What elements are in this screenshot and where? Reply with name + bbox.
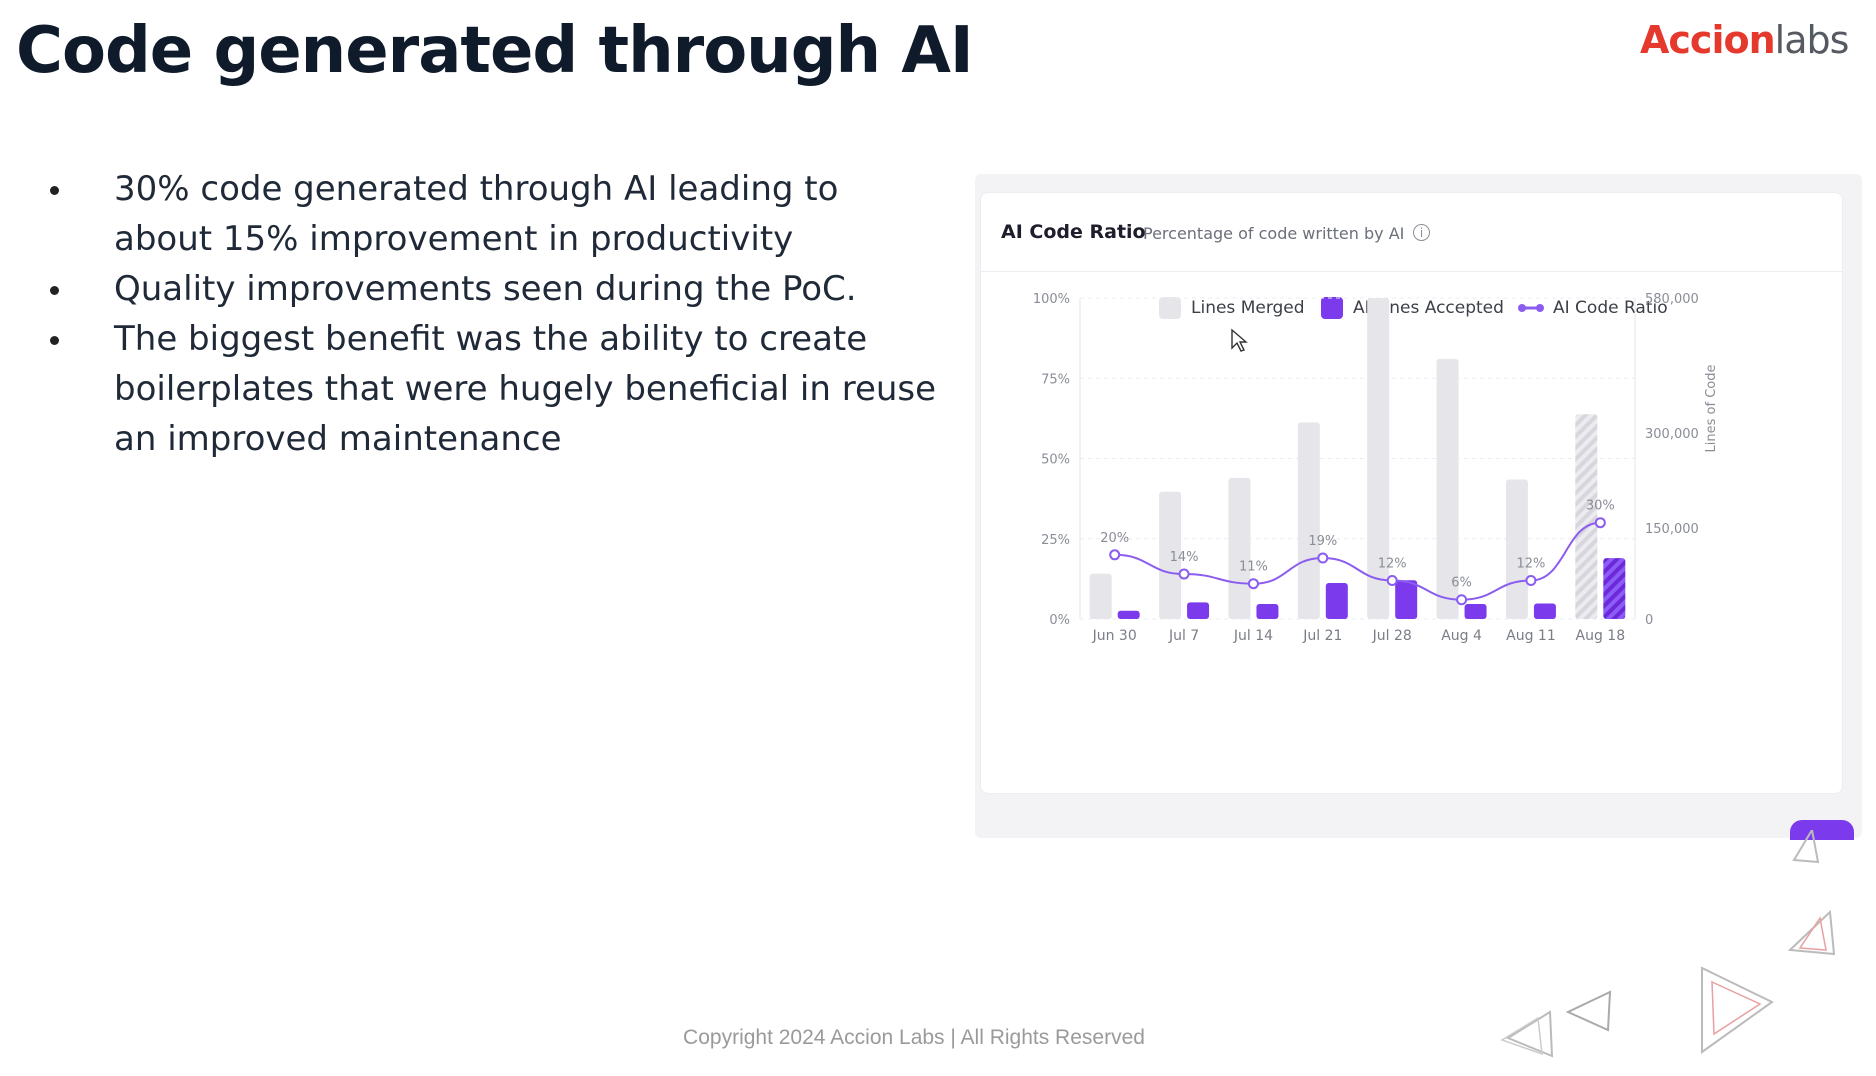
ai-code-ratio-label: 12% [1378,556,1407,571]
lines-merged-bar [1228,477,1251,619]
x-axis-tick-label: Jul 28 [1372,628,1412,644]
x-axis-tick-label: Aug 11 [1506,628,1556,644]
left-axis-tick-label: 100% [1033,292,1070,307]
slide-title: Code generated through AI [16,14,974,88]
x-axis-tick-label: Jul 21 [1302,628,1342,644]
accionlabs-logo: Accionlabs [1640,18,1860,78]
lines-merged-bar [1575,414,1598,619]
x-axis-tick-label: Aug 4 [1441,628,1482,644]
right-axis-label: Lines of Code [1704,365,1719,453]
copyright-footer: Copyright 2024 Accion Labs | All Rights … [683,1026,1145,1049]
ai-code-ratio-label: 19% [1308,534,1337,549]
ai-lines-accepted-bar [1325,583,1348,619]
bullet-item: Quality improvements seen during the PoC… [40,264,940,314]
ai-lines-accepted-bar [1395,580,1418,619]
logo-text-labs: labs [1774,18,1850,62]
bullet-item: 30% code generated through AI leading to… [40,164,940,264]
bullet-dot [50,286,59,295]
bullet-text: Quality improvements seen during the PoC… [114,269,857,309]
ai-code-ratio-point [1109,549,1121,561]
logo-text-accion: Accion [1640,18,1776,62]
ai-code-ratio-point [1247,578,1259,590]
ai-code-ratio-chart: 100% 75% 50% 25% 0% 580,000 300,000 150,000 0 Lin… [1033,292,1719,644]
right-axis-tick-label: 580,000 [1645,292,1699,307]
left-axis-tick-label: 75% [1041,372,1070,387]
ai-code-ratio-point [1594,517,1606,529]
ai-lines-accepted-bar [1187,602,1210,619]
ai-lines-accepted-bar [1256,604,1279,619]
ai-code-ratio-point [1178,568,1190,580]
bullet-text: The biggest benefit was the ability to c… [114,319,937,459]
ai-code-ratio-label: 11% [1239,560,1268,575]
left-axis-tick-label: 25% [1041,533,1070,548]
x-axis-tick-label: Jul 7 [1168,628,1199,644]
ai-code-ratio-point [1456,594,1468,606]
lines-merged-bar [1089,573,1112,619]
right-axis-tick-label: 0 [1645,613,1653,628]
lines-merged-bar [1297,422,1320,619]
ai-lines-accepted-bar [1533,603,1556,619]
x-axis-tick-label: Aug 18 [1576,628,1626,644]
ai-code-ratio-label: 20% [1100,531,1129,546]
bullet-item: The biggest benefit was the ability to c… [40,314,940,464]
ai-code-ratio-point [1525,574,1537,586]
ai-lines-accepted-bar [1117,610,1140,619]
ai-code-ratio-label: 14% [1170,550,1199,565]
x-axis-tick-label: Jun 30 [1092,628,1137,644]
bullet-text: 30% code generated through AI leading to… [114,169,839,259]
left-axis-tick-label: 50% [1041,453,1070,468]
ai-lines-accepted-bar [1464,604,1487,619]
bullet-dot [50,336,59,345]
right-axis-tick-label: 300,000 [1645,427,1699,442]
lines-merged-bar [1505,479,1528,619]
x-axis-tick-label: Jul 14 [1233,628,1273,644]
ai-code-ratio-label: 12% [1516,556,1545,571]
mouse-cursor-icon [1231,328,1248,352]
ai-code-ratio-label: 30% [1586,499,1615,514]
right-axis-tick-label: 150,000 [1645,522,1699,537]
left-axis-tick-label: 0% [1049,613,1070,628]
bullet-dot [50,186,59,195]
ai-code-ratio-label: 6% [1451,576,1472,591]
ai-code-ratio-point [1386,574,1398,586]
ai-code-ratio-point [1317,552,1329,564]
bullet-list: 30% code generated through AI leading to… [40,164,940,464]
ai-lines-accepted-bar [1603,558,1626,619]
